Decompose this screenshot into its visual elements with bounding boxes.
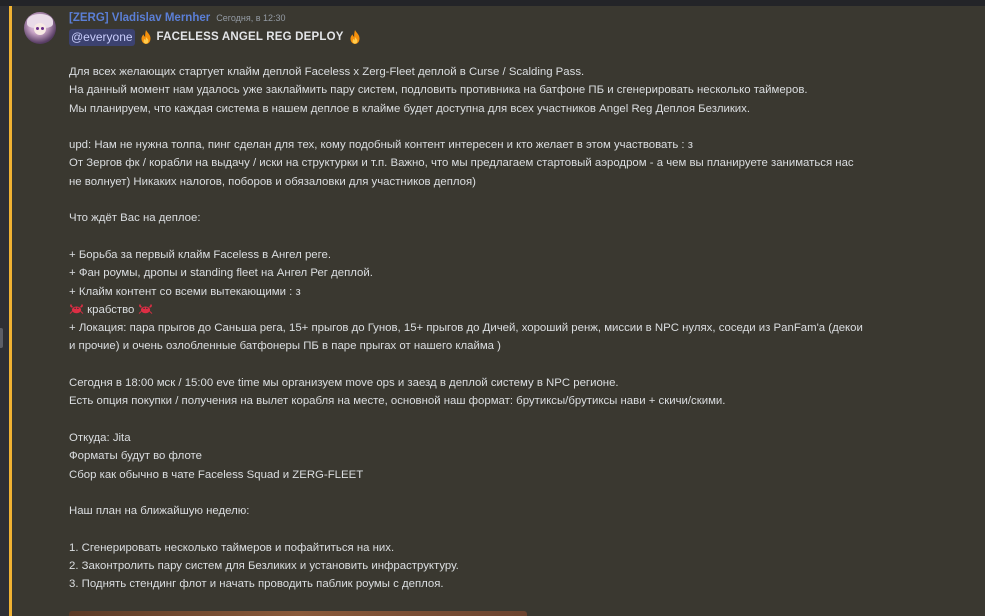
message-line: 2. Законтролить пару систем для Безликих… — [69, 560, 459, 573]
message-line: Сегодня в 18:00 мск / 15:00 eve time мы … — [69, 377, 619, 390]
message-body: Для всех желающих стартует клайм деплой … — [69, 63, 969, 594]
mention-highlight-bar — [9, 6, 12, 616]
message-header: [ZERG] Vladislav Mernher Сегодня, в 12:3… — [69, 12, 286, 28]
message-line: 1. Сгенерировать несколько таймеров и по… — [69, 541, 395, 554]
crab-text: крабство — [87, 303, 135, 316]
message-line: + Борьба за первый клайм Faceless в Анге… — [69, 248, 332, 261]
message-line: Что ждёт Вас на деплое: — [69, 212, 201, 225]
crab-line: крабство — [69, 301, 969, 319]
message-line: + Локация: пара прыгов до Саньша рега, 1… — [69, 322, 863, 335]
title-line: @everyone FACELESS ANGEL REG DEPLOY — [69, 27, 366, 47]
message-line: не волнует) Никаких налогов, поборов и о… — [69, 175, 476, 188]
message-line: upd: Нам не нужна толпа, пинг сделан для… — [69, 139, 693, 152]
message-line: На данный момент нам удалось уже заклайм… — [69, 84, 808, 97]
message-line: + Клайм контент со всеми вытекающими : з — [69, 285, 301, 298]
message-line: 3. Поднять стендинг флот и начать провод… — [69, 578, 444, 591]
message-line: Для всех желающих стартует клайм деплой … — [69, 66, 585, 78]
avatar-eye — [41, 27, 44, 30]
message-line: Наш план на ближайшую неделю: — [69, 505, 250, 518]
message-line: От Зергов фк / корабли на выдачу / иски … — [69, 157, 854, 170]
scroll-stub — [0, 328, 3, 348]
message-line: Мы планируем, что каждая система в нашем… — [69, 102, 751, 115]
message-line: + Фан роумы, дропы и standing fleet на А… — [69, 267, 373, 280]
embed-image-edge[interactable] — [69, 611, 527, 616]
message-timestamp[interactable]: Сегодня, в 12:30 — [216, 13, 285, 23]
message-line: и прочие) и очень озлобленные батфонеры … — [69, 340, 501, 353]
message-line: Форматы будут во флоте — [69, 450, 202, 463]
message-title: FACELESS ANGEL REG DEPLOY — [156, 31, 344, 43]
avatar[interactable] — [24, 12, 56, 44]
author-name[interactable]: [ZERG] Vladislav Mernher — [69, 12, 210, 24]
fire-icon — [350, 30, 360, 44]
crab-icon — [138, 304, 152, 314]
fire-icon — [141, 30, 151, 44]
message-line: Откуда: Jita — [69, 431, 131, 444]
message-line: Есть опция покупки / получения на вылет … — [69, 395, 726, 408]
crab-icon — [69, 304, 84, 314]
chat-frame: [ZERG] Vladislav Mernher Сегодня, в 12:3… — [0, 0, 985, 616]
avatar-eye — [36, 27, 39, 30]
message-line: Сбор как обычно в чате Faceless Squad и … — [69, 468, 364, 481]
everyone-mention[interactable]: @everyone — [69, 28, 135, 46]
